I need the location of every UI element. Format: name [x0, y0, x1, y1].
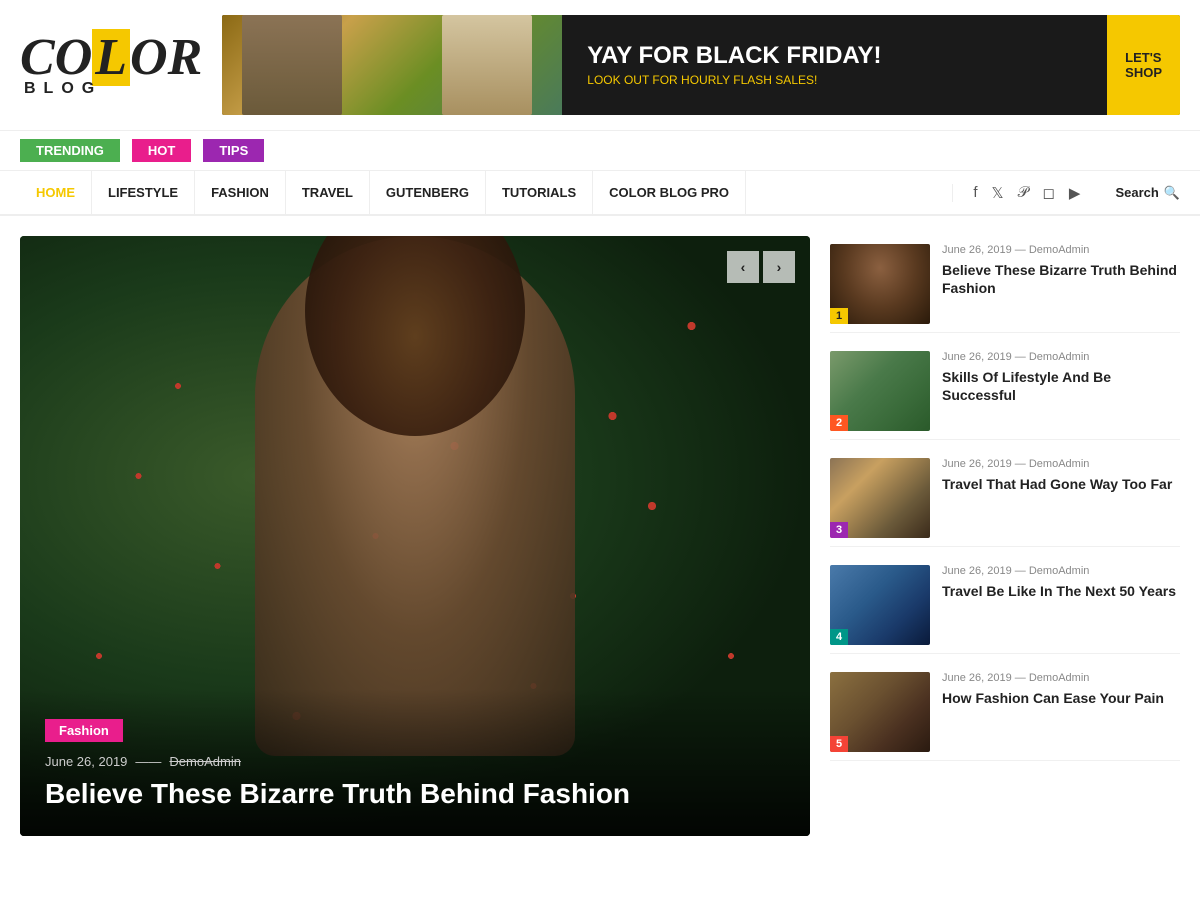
list-item: 5 June 26, 2019 — DemoAdmin How Fashion …: [830, 664, 1180, 761]
facebook-icon[interactable]: f: [973, 184, 977, 201]
ad-banner[interactable]: YAY FOR BLACK FRIDAY! LOOK OUT FOR HOURL…: [222, 15, 1180, 115]
sidebar-thumb-3: 3: [830, 458, 930, 538]
sidebar-meta-5: June 26, 2019 — DemoAdmin: [942, 672, 1180, 684]
sidebar: 1 June 26, 2019 — DemoAdmin Believe Thes…: [830, 236, 1180, 836]
sidebar-date-3: June 26, 2019: [942, 458, 1012, 470]
nav-fashion[interactable]: FASHION: [195, 171, 286, 214]
site-header: COLOR BLOG YAY FOR BLACK FRIDAY! LOOK OU…: [0, 0, 1200, 131]
sidebar-info-2: June 26, 2019 — DemoAdmin Skills Of Life…: [942, 351, 1180, 404]
nav-lifestyle[interactable]: LIFESTYLE: [92, 171, 195, 214]
list-item: 2 June 26, 2019 — DemoAdmin Skills Of Li…: [830, 343, 1180, 440]
thumb-number-4: 4: [830, 629, 848, 645]
nav-color-blog-pro[interactable]: COLOR BLOG PRO: [593, 171, 746, 214]
ad-button[interactable]: LET'SSHOP: [1107, 15, 1180, 115]
sidebar-author-5: DemoAdmin: [1029, 672, 1090, 684]
featured-author: DemoAdmin: [169, 754, 241, 769]
hot-tag[interactable]: HOT: [132, 139, 191, 162]
sidebar-meta-1: June 26, 2019 — DemoAdmin: [942, 244, 1180, 256]
slider-next-button[interactable]: ›: [763, 251, 795, 283]
sidebar-thumb-2: 2: [830, 351, 930, 431]
tips-tag[interactable]: TIpS: [203, 139, 264, 162]
sidebar-info-1: June 26, 2019 — DemoAdmin Believe These …: [942, 244, 1180, 297]
sidebar-meta-2: June 26, 2019 — DemoAdmin: [942, 351, 1180, 363]
ad-subtitle: LOOK OUT FOR HOURLY FLASH SALES!: [587, 73, 1082, 87]
featured-overlay: Fashion June 26, 2019 —— DemoAdmin Belie…: [20, 689, 810, 836]
search-button[interactable]: Search 🔍: [1100, 185, 1180, 201]
nav-tutorials[interactable]: TUTORIALS: [486, 171, 593, 214]
thumb-number-3: 3: [830, 522, 848, 538]
thumb-number-5: 5: [830, 736, 848, 752]
sidebar-author-4: DemoAdmin: [1029, 565, 1090, 577]
sidebar-thumb-4: 4: [830, 565, 930, 645]
sidebar-title-2[interactable]: Skills Of Lifestyle And Be Successful: [942, 368, 1180, 404]
sidebar-info-3: June 26, 2019 — DemoAdmin Travel That Ha…: [942, 458, 1180, 493]
instagram-icon[interactable]: ◻: [1042, 184, 1054, 202]
nav-travel[interactable]: TRAVEL: [286, 171, 370, 214]
sidebar-date-1: June 26, 2019: [942, 244, 1012, 256]
thumb-number-2: 2: [830, 415, 848, 431]
sidebar-title-5[interactable]: How Fashion Can Ease Your Pain: [942, 689, 1180, 707]
sidebar-info-5: June 26, 2019 — DemoAdmin How Fashion Ca…: [942, 672, 1180, 707]
sidebar-author-2: DemoAdmin: [1029, 351, 1090, 363]
twitter-icon[interactable]: 𝕏: [992, 184, 1004, 202]
sidebar-author-1: DemoAdmin: [1029, 244, 1090, 256]
slider-prev-button[interactable]: ‹: [727, 251, 759, 283]
pinterest-icon[interactable]: 𝒫: [1018, 184, 1029, 201]
nav-items: HOME LIFESTYLE FASHION TRAVEL GUTENBERG …: [20, 171, 952, 214]
logo[interactable]: COLOR BLOG: [20, 32, 202, 98]
main-content: ‹ › Fashion June 26, 2019 —— DemoAdmin B…: [0, 216, 1200, 856]
nav-gutenberg[interactable]: GUTENBERG: [370, 171, 486, 214]
search-icon: 🔍: [1164, 185, 1180, 201]
sidebar-thumb-5: 5: [830, 672, 930, 752]
list-item: 3 June 26, 2019 — DemoAdmin Travel That …: [830, 450, 1180, 547]
featured-title[interactable]: Believe These Bizarre Truth Behind Fashi…: [45, 777, 785, 811]
sidebar-title-4[interactable]: Travel Be Like In The Next 50 Years: [942, 582, 1180, 600]
ad-title: YAY FOR BLACK FRIDAY!: [587, 43, 1082, 69]
featured-date: June 26, 2019: [45, 754, 127, 769]
sidebar-author-3: DemoAdmin: [1029, 458, 1090, 470]
sidebar-date-5: June 26, 2019: [942, 672, 1012, 684]
featured-slider: ‹ › Fashion June 26, 2019 —— DemoAdmin B…: [20, 236, 810, 836]
featured-meta: June 26, 2019 —— DemoAdmin: [45, 754, 785, 769]
main-nav: HOME LIFESTYLE FASHION TRAVEL GUTENBERG …: [0, 171, 1200, 216]
list-item: 4 June 26, 2019 — DemoAdmin Travel Be Li…: [830, 557, 1180, 654]
ad-image: [222, 15, 562, 115]
featured-category[interactable]: Fashion: [45, 719, 123, 742]
sidebar-title-1[interactable]: Believe These Bizarre Truth Behind Fashi…: [942, 261, 1180, 297]
sidebar-info-4: June 26, 2019 — DemoAdmin Travel Be Like…: [942, 565, 1180, 600]
nav-home[interactable]: HOME: [20, 171, 92, 214]
youtube-icon[interactable]: ▶: [1069, 184, 1081, 202]
thumb-number-1: 1: [830, 308, 848, 324]
trending-bar: TRENDING HOT TIpS: [0, 131, 1200, 171]
list-item: 1 June 26, 2019 — DemoAdmin Believe Thes…: [830, 236, 1180, 333]
sidebar-date-2: June 26, 2019: [942, 351, 1012, 363]
sidebar-date-4: June 26, 2019: [942, 565, 1012, 577]
nav-social: f 𝕏 𝒫 ◻ ▶: [952, 184, 1100, 202]
ad-text: YAY FOR BLACK FRIDAY! LOOK OUT FOR HOURL…: [562, 43, 1107, 87]
sidebar-meta-4: June 26, 2019 — DemoAdmin: [942, 565, 1180, 577]
trending-tag[interactable]: TRENDING: [20, 139, 120, 162]
sidebar-thumb-1: 1: [830, 244, 930, 324]
sidebar-meta-3: June 26, 2019 — DemoAdmin: [942, 458, 1180, 470]
search-label: Search: [1115, 185, 1158, 200]
sidebar-title-3[interactable]: Travel That Had Gone Way Too Far: [942, 475, 1180, 493]
slider-controls: ‹ ›: [727, 251, 795, 283]
